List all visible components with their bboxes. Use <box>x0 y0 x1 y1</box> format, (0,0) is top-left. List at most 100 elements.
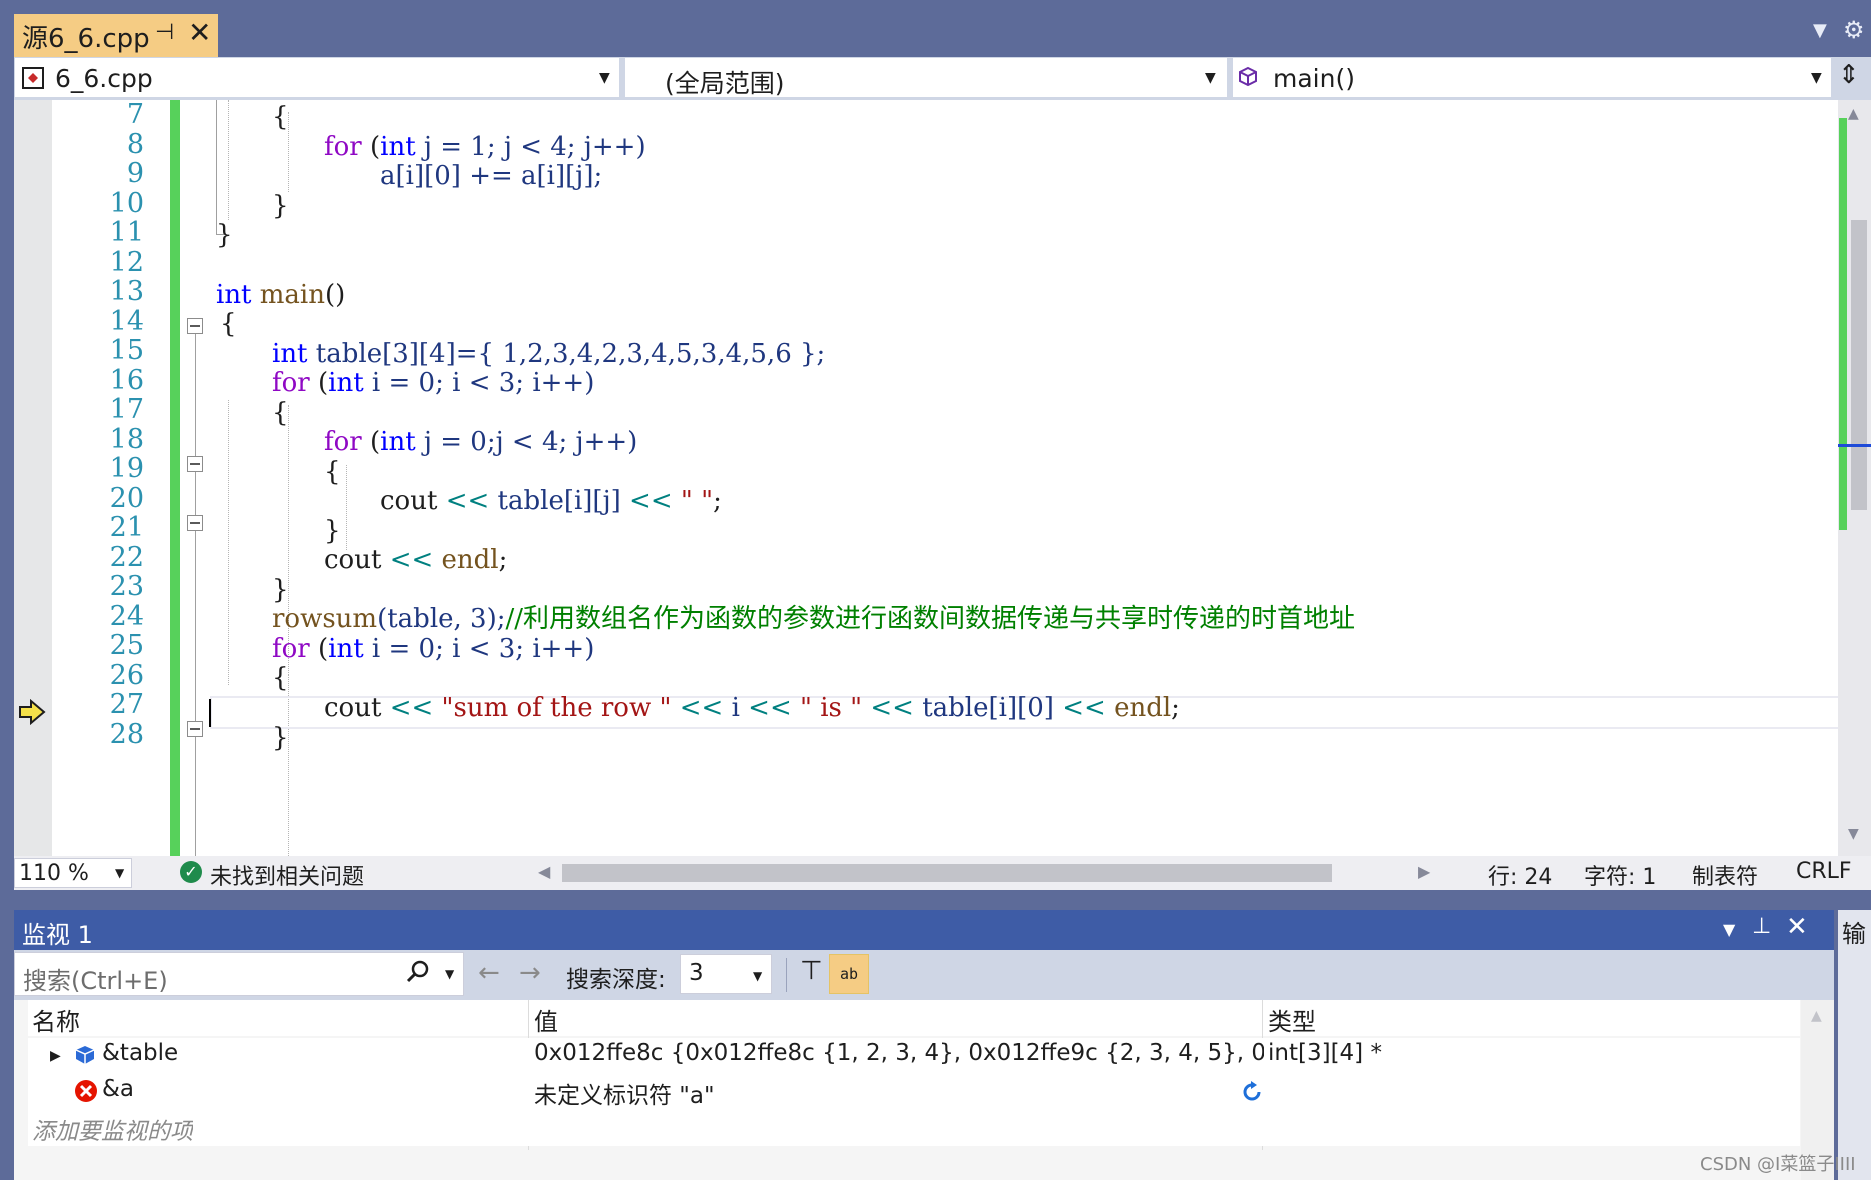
search-placeholder: 搜索(Ctrl+E) <box>23 967 168 995</box>
code-line-25: for (int i = 0; i < 3; i++) <box>272 634 595 664</box>
line-ending-indicator[interactable]: CRLF <box>1796 859 1852 884</box>
code-line-16: for (int i = 0; i < 3; i++) <box>272 368 595 398</box>
watch-row-type: int[3][4] * <box>1268 1040 1382 1066</box>
pin-icon[interactable]: ⊣ <box>155 20 174 45</box>
watch-grid-header: 名称 值 类型 <box>28 1000 1800 1036</box>
chevron-down-icon[interactable]: ▼ <box>445 967 454 981</box>
scroll-up-icon[interactable]: ▲ <box>1848 106 1859 122</box>
watch-row[interactable]: &a 未定义标识符 "a" <box>28 1074 1800 1110</box>
chevron-down-icon: ▼ <box>599 70 610 86</box>
zoom-dropdown[interactable]: 110 % ▼ <box>14 858 132 888</box>
scroll-down-icon[interactable]: ▼ <box>1848 826 1859 842</box>
hex-display-toggle-icon[interactable]: ab <box>829 954 869 994</box>
code-line-7: { <box>272 102 289 132</box>
scroll-right-icon[interactable]: ▶ <box>1418 862 1430 881</box>
indent-guide <box>228 400 229 685</box>
watch-search-box[interactable]: 搜索(Ctrl+E) ▼ <box>14 952 464 996</box>
collapse-icon[interactable] <box>187 456 203 472</box>
add-watch-placeholder: 添加要监视的项 <box>32 1119 193 1145</box>
gear-icon[interactable]: ⚙ <box>1843 16 1865 44</box>
chevron-down-icon: ▼ <box>1205 70 1216 86</box>
watch-row-name: &a <box>102 1076 135 1102</box>
zoom-level: 110 % <box>19 861 89 886</box>
chevron-down-icon: ▼ <box>115 866 125 880</box>
char-indicator[interactable]: 字符: 1 <box>1584 859 1656 891</box>
function-cube-icon <box>1239 66 1257 87</box>
check-circle-icon: ✓ <box>180 861 202 883</box>
scroll-left-icon[interactable]: ◀ <box>538 862 550 881</box>
collapse-icon[interactable] <box>187 515 203 531</box>
code-line-20: cout << table[i][j] << " "; <box>380 486 722 516</box>
code-line-28: } <box>272 723 289 753</box>
code-line-22: cout << endl; <box>324 545 508 575</box>
watermark: CSDN @I菜篮子IIII <box>1700 1154 1856 1175</box>
member-dropdown-label: main() <box>1273 64 1355 93</box>
indent-guide <box>346 465 347 550</box>
editor-vertical-scrollbar[interactable]: ▲ ▼ <box>1838 100 1871 856</box>
tabs-indicator[interactable]: 制表符 <box>1692 859 1758 891</box>
glyph-margin[interactable] <box>14 100 52 856</box>
refresh-icon[interactable] <box>1240 1080 1264 1104</box>
search-depth-label: 搜索深度: <box>566 967 666 993</box>
execution-pointer-icon <box>19 699 46 725</box>
watch-toolbar: 搜索(Ctrl+E) ▼ ← → 搜索深度: 3 ▼ ⊤ ab <box>14 950 1834 1000</box>
code-line-27: cout << "sum of the row " << i << " is "… <box>324 693 1180 723</box>
expand-icon[interactable]: ▶ <box>50 1048 61 1064</box>
watch-row-add[interactable]: 添加要监视的项 <box>28 1110 1800 1146</box>
code-line-18: for (int j = 0;j < 4; j++) <box>324 427 638 457</box>
tab-list-dropdown-icon[interactable]: ▼ <box>1813 20 1827 41</box>
chevron-down-icon: ▼ <box>753 969 763 983</box>
code-line-19: { <box>324 457 341 487</box>
split-editor-icon[interactable]: ⇕ <box>1838 60 1860 90</box>
search-depth-dropdown[interactable]: 3 ▼ <box>680 954 772 994</box>
collapse-icon[interactable] <box>187 318 203 334</box>
code-line-10: } <box>272 191 289 221</box>
code-line-9: a[i][0] += a[i][j]; <box>380 161 603 191</box>
watch-row[interactable]: ▶ &table 0x012ffe8c {0x012ffe8c {1, 2, 3… <box>28 1038 1800 1074</box>
column-header-value[interactable]: 值 <box>534 1002 558 1037</box>
pin-icon[interactable]: ⊥ <box>1752 914 1771 939</box>
search-next-icon[interactable]: → <box>519 958 541 988</box>
change-tracking-bar <box>170 100 180 856</box>
file-dropdown[interactable]: 6_6.cpp ▼ <box>14 57 620 98</box>
code-line-14: { <box>220 309 237 339</box>
watch-row-value: 0x012ffe8c {0x012ffe8c {1, 2, 3, 4}, 0x0… <box>534 1040 1264 1066</box>
scope-dropdown[interactable]: (全局范围) ▼ <box>624 57 1228 98</box>
search-icon[interactable] <box>405 959 431 985</box>
document-tab-active[interactable]: 源6_6.cpp ⊣ ✕ <box>14 14 218 57</box>
fold-line <box>195 334 196 856</box>
collapse-icon[interactable] <box>187 721 203 737</box>
scrollbar-change-map <box>1839 118 1847 530</box>
scope-dropdown-label: (全局范围) <box>665 69 785 98</box>
code-line-17: { <box>272 398 289 428</box>
scroll-up-icon[interactable]: ▲ <box>1811 1008 1822 1024</box>
member-dropdown[interactable]: main() ▼ <box>1232 57 1832 98</box>
close-icon[interactable]: ✕ <box>1786 912 1808 942</box>
toolbar-separator <box>786 958 787 992</box>
file-dropdown-label: 6_6.cpp <box>55 64 153 93</box>
line-indicator[interactable]: 行: 24 <box>1488 859 1552 891</box>
scrollbar-caret-marker <box>1838 444 1871 447</box>
scrollbar-thumb[interactable] <box>1851 220 1867 510</box>
window-position-dropdown-icon[interactable]: ▼ <box>1723 920 1735 939</box>
project-file-icon <box>22 67 44 89</box>
watch-row-value: 未定义标识符 "a" <box>534 1083 715 1109</box>
tab-title: 源6_6.cpp <box>22 24 150 54</box>
search-depth-value: 3 <box>689 960 704 986</box>
pin-filter-icon[interactable]: ⊤ <box>800 956 823 986</box>
column-header-name[interactable]: 名称 <box>32 1002 80 1037</box>
editor-status-bar: 110 % ▼ ✓ 未找到相关问题 ◀ ▶ 行: 24 字符: 1 制表符 CR… <box>14 856 1871 890</box>
issues-status[interactable]: 未找到相关问题 <box>210 859 364 891</box>
indent-guide <box>228 100 229 220</box>
fold-line <box>216 100 217 234</box>
chevron-down-icon: ▼ <box>1811 70 1822 86</box>
column-header-type[interactable]: 类型 <box>1268 1002 1316 1037</box>
watch-panel-title: 监视 1 <box>22 921 93 949</box>
output-panel-tab[interactable]: 输 <box>1842 914 1866 949</box>
variable-cube-icon <box>75 1046 95 1064</box>
watch-panel-header: 监视 1 ▼ ⊥ ✕ <box>14 910 1834 950</box>
code-editor[interactable]: 7 8 9 10 11 12 13 14 15 16 17 18 19 20 21 22 23 24 25 26 27 2… <box>14 99 1840 856</box>
search-previous-icon[interactable]: ← <box>478 958 500 988</box>
horizontal-scrollbar-thumb[interactable] <box>562 864 1332 882</box>
close-icon[interactable]: ✕ <box>188 16 211 49</box>
